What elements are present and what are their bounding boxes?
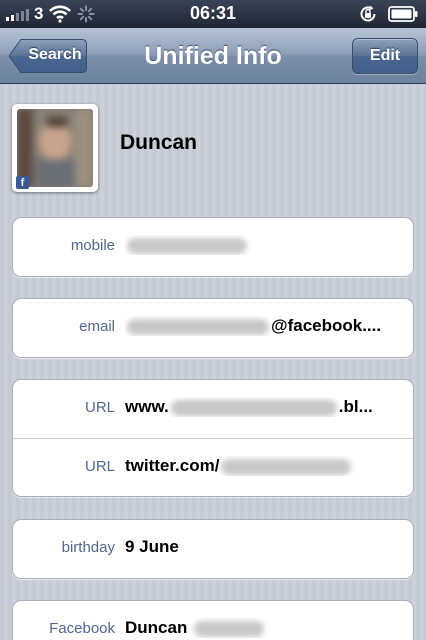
redacted-phone-number [127, 237, 247, 254]
redacted-twitter-handle [221, 458, 352, 475]
url-group: URL www. .bl... URL twitter.com/ [12, 379, 414, 497]
url-suffix: .bl... [338, 397, 373, 416]
url-label: URL [84, 399, 115, 416]
facebook-group: Facebook Duncan [12, 600, 414, 640]
birthday-label: birthday [61, 539, 115, 556]
contact-name: Duncan [120, 131, 198, 154]
battery-icon [388, 6, 418, 22]
edit-button[interactable]: Edit [352, 38, 418, 74]
facebook-row[interactable]: Facebook Duncan [13, 601, 413, 640]
facebook-badge-icon: f [16, 176, 29, 189]
url-row-website[interactable]: URL www. .bl... [13, 380, 413, 438]
avatar-photo [17, 109, 93, 187]
facebook-label: Facebook [49, 620, 115, 637]
email-row[interactable]: email @facebook.... [13, 299, 413, 357]
email-domain: @facebook.... [271, 316, 382, 335]
url-label: URL [84, 458, 115, 475]
mobile-row[interactable]: mobile [13, 218, 413, 276]
url-value-twitter: twitter.com/ [125, 456, 405, 476]
status-right [358, 4, 418, 24]
mobile-label: mobile [70, 237, 115, 254]
redacted-url-part [170, 399, 337, 416]
navigation-bar: Search Unified Info Edit [0, 28, 426, 84]
birthday-value: 9 June [125, 537, 179, 556]
status-bar: 3 06:31 [0, 0, 426, 28]
redacted-email-user [127, 318, 269, 335]
rotation-lock-icon [360, 5, 376, 22]
url-value-website: www. .bl... [125, 397, 405, 417]
url-row-twitter[interactable]: URL twitter.com/ [13, 438, 413, 496]
facebook-value: Duncan [125, 618, 405, 638]
url-prefix: www. [125, 397, 169, 416]
birthday-group: birthday 9 June [12, 519, 414, 579]
redacted-facebook-surname [194, 620, 265, 637]
birthday-row[interactable]: birthday 9 June [13, 520, 413, 578]
email-value: @facebook.... [125, 316, 405, 336]
mobile-group: mobile [12, 217, 414, 277]
email-label: email [79, 318, 115, 335]
avatar-blurred-image [17, 109, 93, 187]
facebook-first-name: Duncan [125, 618, 188, 637]
twitter-url-prefix: twitter.com/ [125, 456, 220, 475]
email-group: email @facebook.... [12, 298, 414, 358]
mobile-value [125, 235, 405, 255]
edit-button-label: Edit [369, 47, 401, 64]
avatar[interactable]: f [12, 104, 98, 192]
